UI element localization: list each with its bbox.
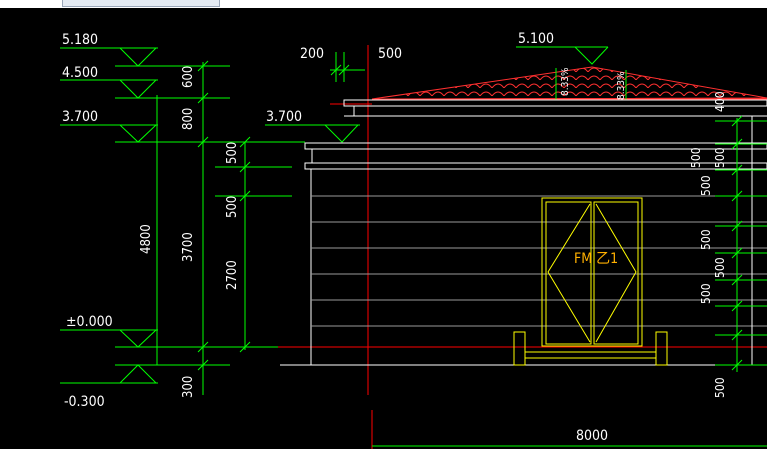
dim-right-400: 400 <box>713 91 727 112</box>
dim-right-500-f: 500 <box>699 283 713 304</box>
dim-right-500-c: 500 <box>699 175 713 196</box>
dim-4800: 4800 <box>139 224 154 254</box>
dim-right-500-e: 500 <box>713 257 727 278</box>
elevation-label-minus0300: -0.300 <box>64 394 105 410</box>
top-dimension-marks <box>330 52 365 82</box>
cad-drawing-canvas[interactable]: 5.180 4.500 3.700 ±0.000 -0.300 600 800 … <box>0 0 767 449</box>
elevation-label-4500: 4.500 <box>62 65 98 81</box>
ridge-elevation-label: 5.100 <box>518 31 554 47</box>
elevation-label-0000: ±0.000 <box>66 314 113 330</box>
elevation-label-3700: 3.700 <box>62 109 98 125</box>
door-fm <box>513 197 668 366</box>
door-label: FM 乙1 <box>574 251 618 267</box>
dim-inner-500-a: 500 <box>225 142 240 164</box>
dim-inner-500-b: 500 <box>225 196 240 218</box>
dim-right-500-d: 500 <box>699 229 713 250</box>
dim-200: 200 <box>300 46 324 62</box>
ridge-elevation-marker <box>516 46 609 65</box>
roof-slope-label-left: 8.33% <box>560 67 571 96</box>
dim-right-500-a: 500 <box>689 147 703 168</box>
dim-600: 600 <box>181 66 196 88</box>
dim-2700: 2700 <box>225 260 240 290</box>
left-elevation-markers <box>60 47 160 384</box>
eave-elevation-marker <box>265 124 360 143</box>
roof-slope-label-right: 8.33% <box>616 71 627 100</box>
elevation-label-5180: 5.180 <box>62 32 98 48</box>
dim-500-top: 500 <box>378 46 402 62</box>
dim-800: 800 <box>181 108 196 130</box>
dim-right-500-g: 500 <box>713 377 727 398</box>
eave-elevation-label: 3.700 <box>266 109 302 125</box>
dim-8000: 8000 <box>576 428 608 444</box>
dim-3700: 3700 <box>181 232 196 262</box>
building-elevation <box>280 99 767 366</box>
dim-300: 300 <box>181 376 196 398</box>
dim-right-500-b: 500 <box>713 147 727 168</box>
